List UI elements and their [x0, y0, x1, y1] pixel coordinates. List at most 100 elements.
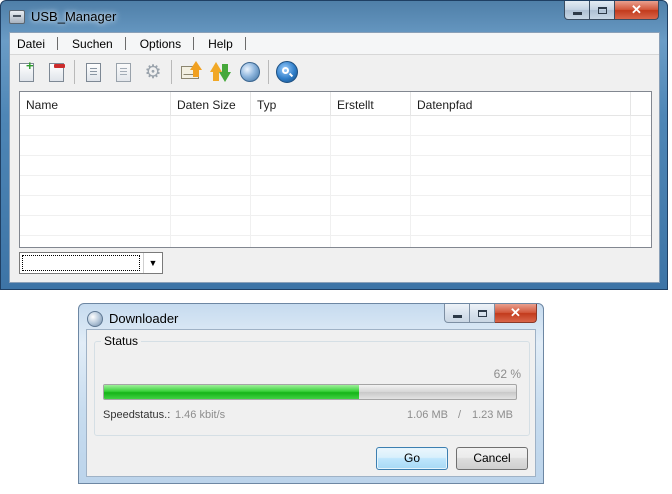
table-cell: [171, 116, 251, 135]
table-cell: [331, 216, 411, 235]
table-row[interactable]: [20, 216, 651, 236]
table-row[interactable]: [20, 136, 651, 156]
search-button[interactable]: [275, 60, 299, 84]
transfer-button[interactable]: [208, 60, 232, 84]
table-row[interactable]: [20, 156, 651, 176]
minimize-icon: [452, 314, 462, 318]
minimize-icon: [572, 11, 582, 15]
list-body: [20, 116, 651, 247]
go-button[interactable]: Go: [376, 447, 448, 470]
menu-suchen[interactable]: Suchen: [58, 37, 125, 51]
table-row[interactable]: [20, 236, 651, 247]
close-icon: ✕: [510, 305, 521, 320]
minimize-button[interactable]: [564, 1, 590, 20]
table-cell: [171, 136, 251, 155]
downloader-close-button[interactable]: ✕: [495, 304, 537, 323]
table-cell: [631, 236, 651, 247]
downloader-caption-buttons: ✕: [444, 304, 537, 323]
table-cell: [331, 176, 411, 195]
progress-percent: 62 %: [493, 367, 521, 381]
file-list[interactable]: Name Daten Size Typ Erstellt Datenpfad: [19, 91, 652, 248]
menu-separator: [244, 37, 246, 50]
table-cell: [20, 136, 171, 155]
download-icon: [219, 72, 231, 82]
table-cell: [20, 116, 171, 135]
table-cell: [631, 216, 651, 235]
table-cell: [251, 176, 331, 195]
toolbar: + ⚙: [14, 57, 305, 87]
downloader-maximize-button[interactable]: [470, 304, 495, 323]
table-cell: [171, 196, 251, 215]
arrow-up-stem: [193, 69, 199, 77]
speed-status-value: 1.46 kbit/s: [175, 409, 226, 421]
column-header-erstellt[interactable]: Erstellt: [331, 92, 411, 115]
column-header-filler: [631, 92, 651, 115]
download-progress-bar: [103, 384, 517, 400]
close-button[interactable]: ✕: [615, 1, 659, 20]
remove-button[interactable]: [44, 60, 68, 84]
table-cell: [171, 216, 251, 235]
table-cell: [411, 236, 631, 247]
send-button[interactable]: [178, 60, 202, 84]
table-cell: [251, 156, 331, 175]
usb-manager-window: USB_Manager ✕ Datei Suchen Options Help …: [0, 0, 668, 290]
table-cell: [251, 216, 331, 235]
table-cell: [331, 116, 411, 135]
menu-help[interactable]: Help: [194, 37, 245, 51]
table-row[interactable]: [20, 176, 651, 196]
table-cell: [631, 156, 651, 175]
table-row[interactable]: [20, 116, 651, 136]
table-cell: [631, 116, 651, 135]
table-cell: [411, 116, 631, 135]
settings-button[interactable]: ⚙: [141, 60, 165, 84]
toolbar-separator: [171, 60, 172, 84]
total-size: 1.23 MB: [472, 409, 513, 421]
table-cell: [411, 196, 631, 215]
table-cell: [171, 236, 251, 247]
column-header-datenpfad[interactable]: Datenpfad: [411, 92, 631, 115]
chevron-down-icon[interactable]: ▼: [143, 253, 162, 273]
downloader-title: Downloader: [109, 311, 179, 326]
web-button[interactable]: [238, 60, 262, 84]
maximize-button[interactable]: [590, 1, 615, 20]
table-cell: [331, 236, 411, 247]
maximize-icon: [597, 6, 607, 14]
table-cell: [20, 176, 171, 195]
downloader-client-area: Status 62 % Speedstatus.: 1.46 kbit/s 1.…: [86, 329, 536, 477]
downloaded-size: 1.06 MB: [407, 409, 448, 421]
status-label: Status: [101, 334, 142, 348]
table-cell: [171, 156, 251, 175]
main-client-area: Datei Suchen Options Help + ⚙ Name Daten…: [9, 32, 660, 283]
list-button[interactable]: [81, 60, 105, 84]
table-cell: [411, 176, 631, 195]
table-row[interactable]: [20, 196, 651, 216]
gears-icon: ⚙: [144, 61, 162, 83]
downloader-minimize-button[interactable]: [444, 304, 470, 323]
caption-buttons: ✕: [564, 1, 659, 21]
table-cell: [251, 236, 331, 247]
table-cell: [20, 236, 171, 247]
table-cell: [251, 116, 331, 135]
export-document-icon: [115, 62, 131, 82]
column-header-name[interactable]: Name: [20, 92, 171, 115]
table-cell: [631, 136, 651, 155]
column-header-size[interactable]: Daten Size: [171, 92, 251, 115]
usb-app-icon: [9, 10, 25, 24]
export-button[interactable]: [111, 60, 135, 84]
cancel-button[interactable]: Cancel: [456, 447, 528, 470]
table-cell: [331, 196, 411, 215]
column-header-typ[interactable]: Typ: [251, 92, 331, 115]
menu-options[interactable]: Options: [126, 37, 193, 51]
search-icon: [276, 61, 298, 83]
speed-status-label: Speedstatus.:: [103, 409, 171, 421]
close-icon: ✕: [631, 2, 642, 17]
table-cell: [411, 136, 631, 155]
title-bar[interactable]: USB_Manager ✕: [1, 1, 667, 33]
new-button[interactable]: +: [14, 58, 38, 84]
table-cell: [171, 176, 251, 195]
filter-dropdown[interactable]: ▼: [19, 252, 163, 274]
menu-datei[interactable]: Datei: [10, 37, 57, 51]
maximize-icon: [477, 309, 487, 317]
plus-icon: +: [26, 58, 34, 73]
table-cell: [631, 176, 651, 195]
